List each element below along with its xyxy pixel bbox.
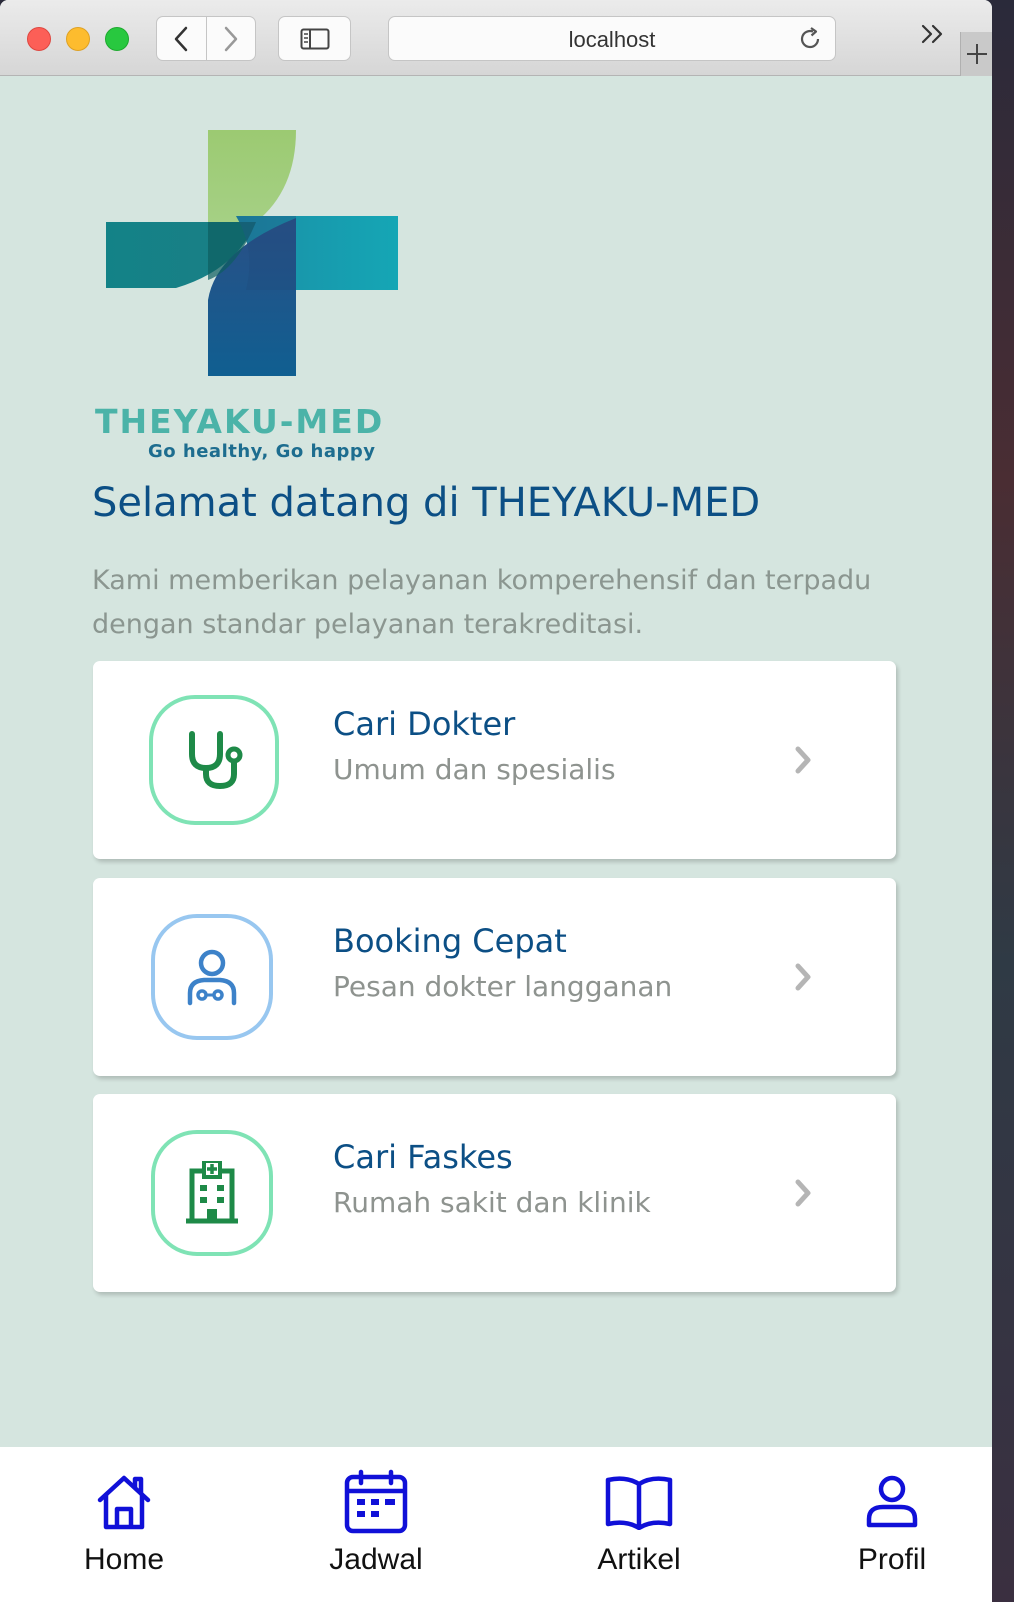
book-icon — [605, 1476, 673, 1530]
sidebar-icon — [300, 28, 329, 49]
menu-card-cari-faskes[interactable]: Cari Faskes Rumah sakit dan klinik — [93, 1094, 896, 1292]
menu-card-booking-cepat[interactable]: Booking Cepat Pesan dokter langganan — [93, 878, 896, 1076]
card-title: Booking Cepat — [333, 922, 567, 960]
chevron-right-icon — [224, 26, 237, 51]
minimize-window-button[interactable] — [66, 27, 90, 51]
card-title: Cari Faskes — [333, 1138, 513, 1176]
chevron-right-icon — [795, 746, 811, 774]
card-subtitle: Pesan dokter langganan — [333, 970, 673, 1003]
bottom-tab-bar: Home Jadwal Artikel Profil — [0, 1447, 992, 1602]
stethoscope-icon — [189, 731, 243, 790]
tab-label: Profil — [857, 1543, 927, 1576]
plus-icon — [966, 44, 987, 64]
address-bar[interactable]: localhost — [388, 16, 836, 61]
url-text: localhost — [568, 27, 656, 52]
page-description: Kami memberikan pelayanan komperehensif … — [92, 565, 872, 640]
doctor-icon — [187, 949, 237, 1006]
tab-label: Artikel — [597, 1543, 681, 1576]
card-title: Cari Dokter — [333, 705, 516, 743]
close-window-button[interactable] — [27, 27, 51, 51]
brand-tagline: Go healthy, Go happy — [148, 441, 376, 462]
reload-button[interactable] — [797, 26, 823, 56]
card-subtitle: Rumah sakit dan klinik — [333, 1186, 651, 1219]
chevron-left-icon — [175, 26, 188, 51]
chevron-right-icon — [795, 1179, 811, 1207]
new-tab-button[interactable] — [960, 32, 992, 76]
more-toolbar-button[interactable] — [920, 22, 946, 50]
history-nav — [156, 16, 256, 61]
back-button[interactable] — [157, 17, 206, 60]
browser-toolbar: localhost — [0, 0, 992, 76]
tab-profil[interactable]: Profil — [792, 1447, 992, 1602]
tab-home[interactable]: Home — [24, 1447, 224, 1602]
reload-icon — [800, 27, 820, 49]
browser-window: localhost THEYAKU-MED Go healthy, Go hap… — [0, 0, 992, 1602]
maximize-window-button[interactable] — [105, 27, 129, 51]
home-screen: THEYAKU-MED Go healthy, Go happy Selamat… — [0, 77, 992, 1447]
card-icon-ring — [149, 695, 279, 825]
forward-button[interactable] — [205, 17, 256, 60]
page-title: Selamat datang di THEYAKU-MED — [92, 480, 761, 526]
menu-card-cari-dokter[interactable]: Cari Dokter Umum dan spesialis — [93, 661, 896, 859]
tab-artikel[interactable]: Artikel — [539, 1447, 739, 1602]
card-icon-ring — [151, 914, 273, 1040]
sidebar-toggle-button[interactable] — [278, 16, 351, 61]
brand-name: THEYAKU-MED — [95, 402, 385, 441]
calendar-icon — [344, 1469, 408, 1534]
tab-jadwal[interactable]: Jadwal — [276, 1447, 476, 1602]
double-chevron-right-icon — [921, 24, 943, 44]
card-subtitle: Umum dan spesialis — [333, 753, 616, 786]
tab-label: Jadwal — [329, 1543, 423, 1576]
home-icon — [97, 1475, 151, 1530]
tab-label: Home — [83, 1543, 165, 1576]
card-icon-ring — [151, 1130, 273, 1256]
user-icon — [866, 1475, 918, 1528]
hospital-icon — [186, 1161, 238, 1224]
chevron-right-icon — [795, 963, 811, 991]
theyaku-med-logo — [106, 130, 398, 376]
